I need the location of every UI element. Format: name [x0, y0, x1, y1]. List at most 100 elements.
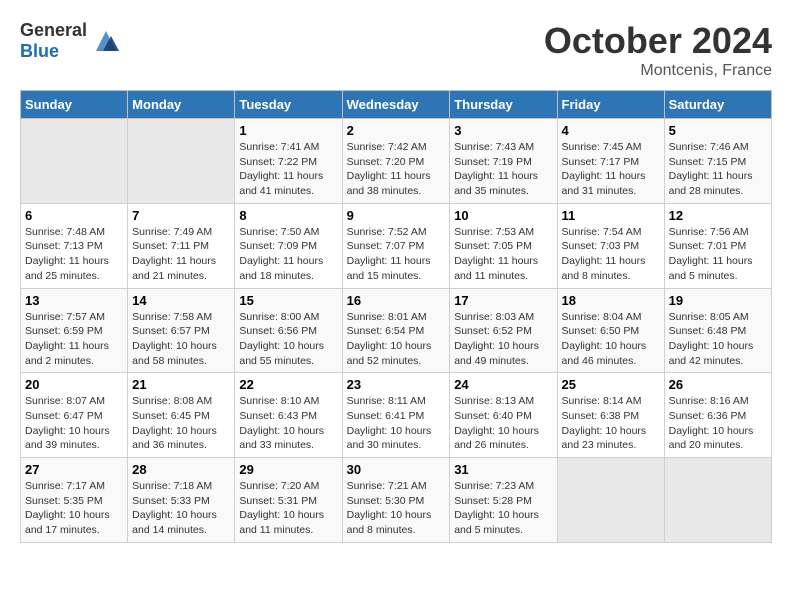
calendar-cell: 22 Sunrise: 8:10 AMSunset: 6:43 PMDayligh… — [235, 373, 342, 458]
day-number: 14 — [132, 293, 230, 308]
day-number: 30 — [347, 462, 446, 477]
day-info: Sunrise: 7:46 AMSunset: 7:15 PMDaylight:… — [669, 140, 767, 199]
calendar-cell: 24Sunrise: 8:13 AMSunset: 6:40 PMDayligh… — [450, 373, 557, 458]
calendar-cell: 6 Sunrise: 7:48 AMSunset: 7:13 PMDaylight… — [21, 203, 128, 288]
day-info: Sunrise: 7:41 AMSunset: 7:22 PMDaylight:… — [239, 140, 337, 199]
day-info: Sunrise: 7:53 AMSunset: 7:05 PMDaylight:… — [454, 225, 552, 284]
day-number: 11 — [562, 208, 660, 223]
day-number: 6 — [25, 208, 123, 223]
day-number: 1 — [239, 123, 337, 138]
day-number: 21 — [132, 377, 230, 392]
calendar-cell: 16 Sunrise: 8:01 AMSunset: 6:54 PMDayligh… — [342, 288, 450, 373]
calendar-cell: 20 Sunrise: 8:07 AMSunset: 6:47 PMDayligh… — [21, 373, 128, 458]
calendar-cell — [664, 458, 771, 543]
calendar-cell: 19 Sunrise: 8:05 AMSunset: 6:48 PMDayligh… — [664, 288, 771, 373]
column-header-wednesday: Wednesday — [342, 91, 450, 119]
day-info: Sunrise: 8:07 AMSunset: 6:47 PMDaylight:… — [25, 394, 123, 453]
calendar-cell: 11 Sunrise: 7:54 AMSunset: 7:03 PMDayligh… — [557, 203, 664, 288]
page-header: General Blue October 2024 Montcenis, Fra… — [20, 20, 772, 80]
calendar-cell — [557, 458, 664, 543]
day-info: Sunrise: 7:54 AMSunset: 7:03 PMDaylight:… — [562, 225, 660, 284]
column-header-sunday: Sunday — [21, 91, 128, 119]
day-info: Sunrise: 8:08 AMSunset: 6:45 PMDaylight:… — [132, 394, 230, 453]
day-number: 22 — [239, 377, 337, 392]
day-number: 29 — [239, 462, 337, 477]
day-number: 16 — [347, 293, 446, 308]
day-number: 3 — [454, 123, 552, 138]
day-number: 4 — [562, 123, 660, 138]
calendar-cell: 7Sunrise: 7:49 AMSunset: 7:11 PMDaylight… — [128, 203, 235, 288]
day-info: Sunrise: 7:48 AMSunset: 7:13 PMDaylight:… — [25, 225, 123, 284]
day-info: Sunrise: 7:42 AMSunset: 7:20 PMDaylight:… — [347, 140, 446, 199]
day-info: Sunrise: 7:49 AMSunset: 7:11 PMDaylight:… — [132, 225, 230, 284]
day-number: 8 — [239, 208, 337, 223]
logo-general: General — [20, 20, 87, 40]
day-info: Sunrise: 7:52 AMSunset: 7:07 PMDaylight:… — [347, 225, 446, 284]
calendar-week-row: 1 Sunrise: 7:41 AMSunset: 7:22 PMDaylight… — [21, 119, 772, 204]
day-info: Sunrise: 7:58 AMSunset: 6:57 PMDaylight:… — [132, 310, 230, 369]
day-info: Sunrise: 8:10 AMSunset: 6:43 PMDaylight:… — [239, 394, 337, 453]
day-number: 17 — [454, 293, 552, 308]
day-info: Sunrise: 8:16 AMSunset: 6:36 PMDaylight:… — [669, 394, 767, 453]
day-info: Sunrise: 7:21 AMSunset: 5:30 PMDaylight:… — [347, 479, 446, 538]
day-number: 20 — [25, 377, 123, 392]
calendar-cell: 1 Sunrise: 7:41 AMSunset: 7:22 PMDaylight… — [235, 119, 342, 204]
calendar-cell: 27 Sunrise: 7:17 AMSunset: 5:35 PMDayligh… — [21, 458, 128, 543]
calendar-header-row: SundayMondayTuesdayWednesdayThursdayFrid… — [21, 91, 772, 119]
calendar-cell: 31Sunrise: 7:23 AMSunset: 5:28 PMDayligh… — [450, 458, 557, 543]
calendar-cell: 2Sunrise: 7:42 AMSunset: 7:20 PMDaylight… — [342, 119, 450, 204]
day-number: 18 — [562, 293, 660, 308]
column-header-tuesday: Tuesday — [235, 91, 342, 119]
day-number: 31 — [454, 462, 552, 477]
day-info: Sunrise: 8:00 AMSunset: 6:56 PMDaylight:… — [239, 310, 337, 369]
calendar-cell: 9 Sunrise: 7:52 AMSunset: 7:07 PMDaylight… — [342, 203, 450, 288]
logo-blue: Blue — [20, 41, 59, 61]
day-info: Sunrise: 7:17 AMSunset: 5:35 PMDaylight:… — [25, 479, 123, 538]
logo: General Blue — [20, 20, 121, 62]
day-number: 12 — [669, 208, 767, 223]
day-info: Sunrise: 8:03 AMSunset: 6:52 PMDaylight:… — [454, 310, 552, 369]
column-header-thursday: Thursday — [450, 91, 557, 119]
day-number: 26 — [669, 377, 767, 392]
calendar-cell — [128, 119, 235, 204]
calendar-table: SundayMondayTuesdayWednesdayThursdayFrid… — [20, 90, 772, 543]
calendar-cell — [21, 119, 128, 204]
day-info: Sunrise: 8:05 AMSunset: 6:48 PMDaylight:… — [669, 310, 767, 369]
calendar-cell: 25Sunrise: 8:14 AMSunset: 6:38 PMDayligh… — [557, 373, 664, 458]
calendar-cell: 13Sunrise: 7:57 AMSunset: 6:59 PMDayligh… — [21, 288, 128, 373]
title-block: October 2024 Montcenis, France — [544, 20, 772, 80]
day-info: Sunrise: 7:50 AMSunset: 7:09 PMDaylight:… — [239, 225, 337, 284]
calendar-week-row: 13Sunrise: 7:57 AMSunset: 6:59 PMDayligh… — [21, 288, 772, 373]
day-number: 5 — [669, 123, 767, 138]
location-title: Montcenis, France — [544, 62, 772, 80]
column-header-friday: Friday — [557, 91, 664, 119]
calendar-cell: 23Sunrise: 8:11 AMSunset: 6:41 PMDayligh… — [342, 373, 450, 458]
day-info: Sunrise: 8:11 AMSunset: 6:41 PMDaylight:… — [347, 394, 446, 453]
day-number: 19 — [669, 293, 767, 308]
calendar-cell: 17 Sunrise: 8:03 AMSunset: 6:52 PMDayligh… — [450, 288, 557, 373]
day-info: Sunrise: 7:43 AMSunset: 7:19 PMDaylight:… — [454, 140, 552, 199]
day-info: Sunrise: 7:56 AMSunset: 7:01 PMDaylight:… — [669, 225, 767, 284]
calendar-cell: 21 Sunrise: 8:08 AMSunset: 6:45 PMDayligh… — [128, 373, 235, 458]
calendar-cell: 14 Sunrise: 7:58 AMSunset: 6:57 PMDayligh… — [128, 288, 235, 373]
calendar-week-row: 27 Sunrise: 7:17 AMSunset: 5:35 PMDayligh… — [21, 458, 772, 543]
calendar-cell: 26 Sunrise: 8:16 AMSunset: 6:36 PMDayligh… — [664, 373, 771, 458]
calendar-cell: 29Sunrise: 7:20 AMSunset: 5:31 PMDayligh… — [235, 458, 342, 543]
calendar-cell: 5 Sunrise: 7:46 AMSunset: 7:15 PMDaylight… — [664, 119, 771, 204]
day-number: 9 — [347, 208, 446, 223]
calendar-cell: 12 Sunrise: 7:56 AMSunset: 7:01 PMDayligh… — [664, 203, 771, 288]
calendar-week-row: 6 Sunrise: 7:48 AMSunset: 7:13 PMDaylight… — [21, 203, 772, 288]
day-info: Sunrise: 8:04 AMSunset: 6:50 PMDaylight:… — [562, 310, 660, 369]
day-number: 13 — [25, 293, 123, 308]
calendar-cell: 8 Sunrise: 7:50 AMSunset: 7:09 PMDaylight… — [235, 203, 342, 288]
day-number: 27 — [25, 462, 123, 477]
calendar-cell: 28Sunrise: 7:18 AMSunset: 5:33 PMDayligh… — [128, 458, 235, 543]
day-info: Sunrise: 7:45 AMSunset: 7:17 PMDaylight:… — [562, 140, 660, 199]
column-header-saturday: Saturday — [664, 91, 771, 119]
day-number: 24 — [454, 377, 552, 392]
calendar-cell: 10Sunrise: 7:53 AMSunset: 7:05 PMDayligh… — [450, 203, 557, 288]
day-info: Sunrise: 8:01 AMSunset: 6:54 PMDaylight:… — [347, 310, 446, 369]
calendar-cell: 18 Sunrise: 8:04 AMSunset: 6:50 PMDayligh… — [557, 288, 664, 373]
day-info: Sunrise: 7:18 AMSunset: 5:33 PMDaylight:… — [132, 479, 230, 538]
month-title: October 2024 — [544, 20, 772, 62]
